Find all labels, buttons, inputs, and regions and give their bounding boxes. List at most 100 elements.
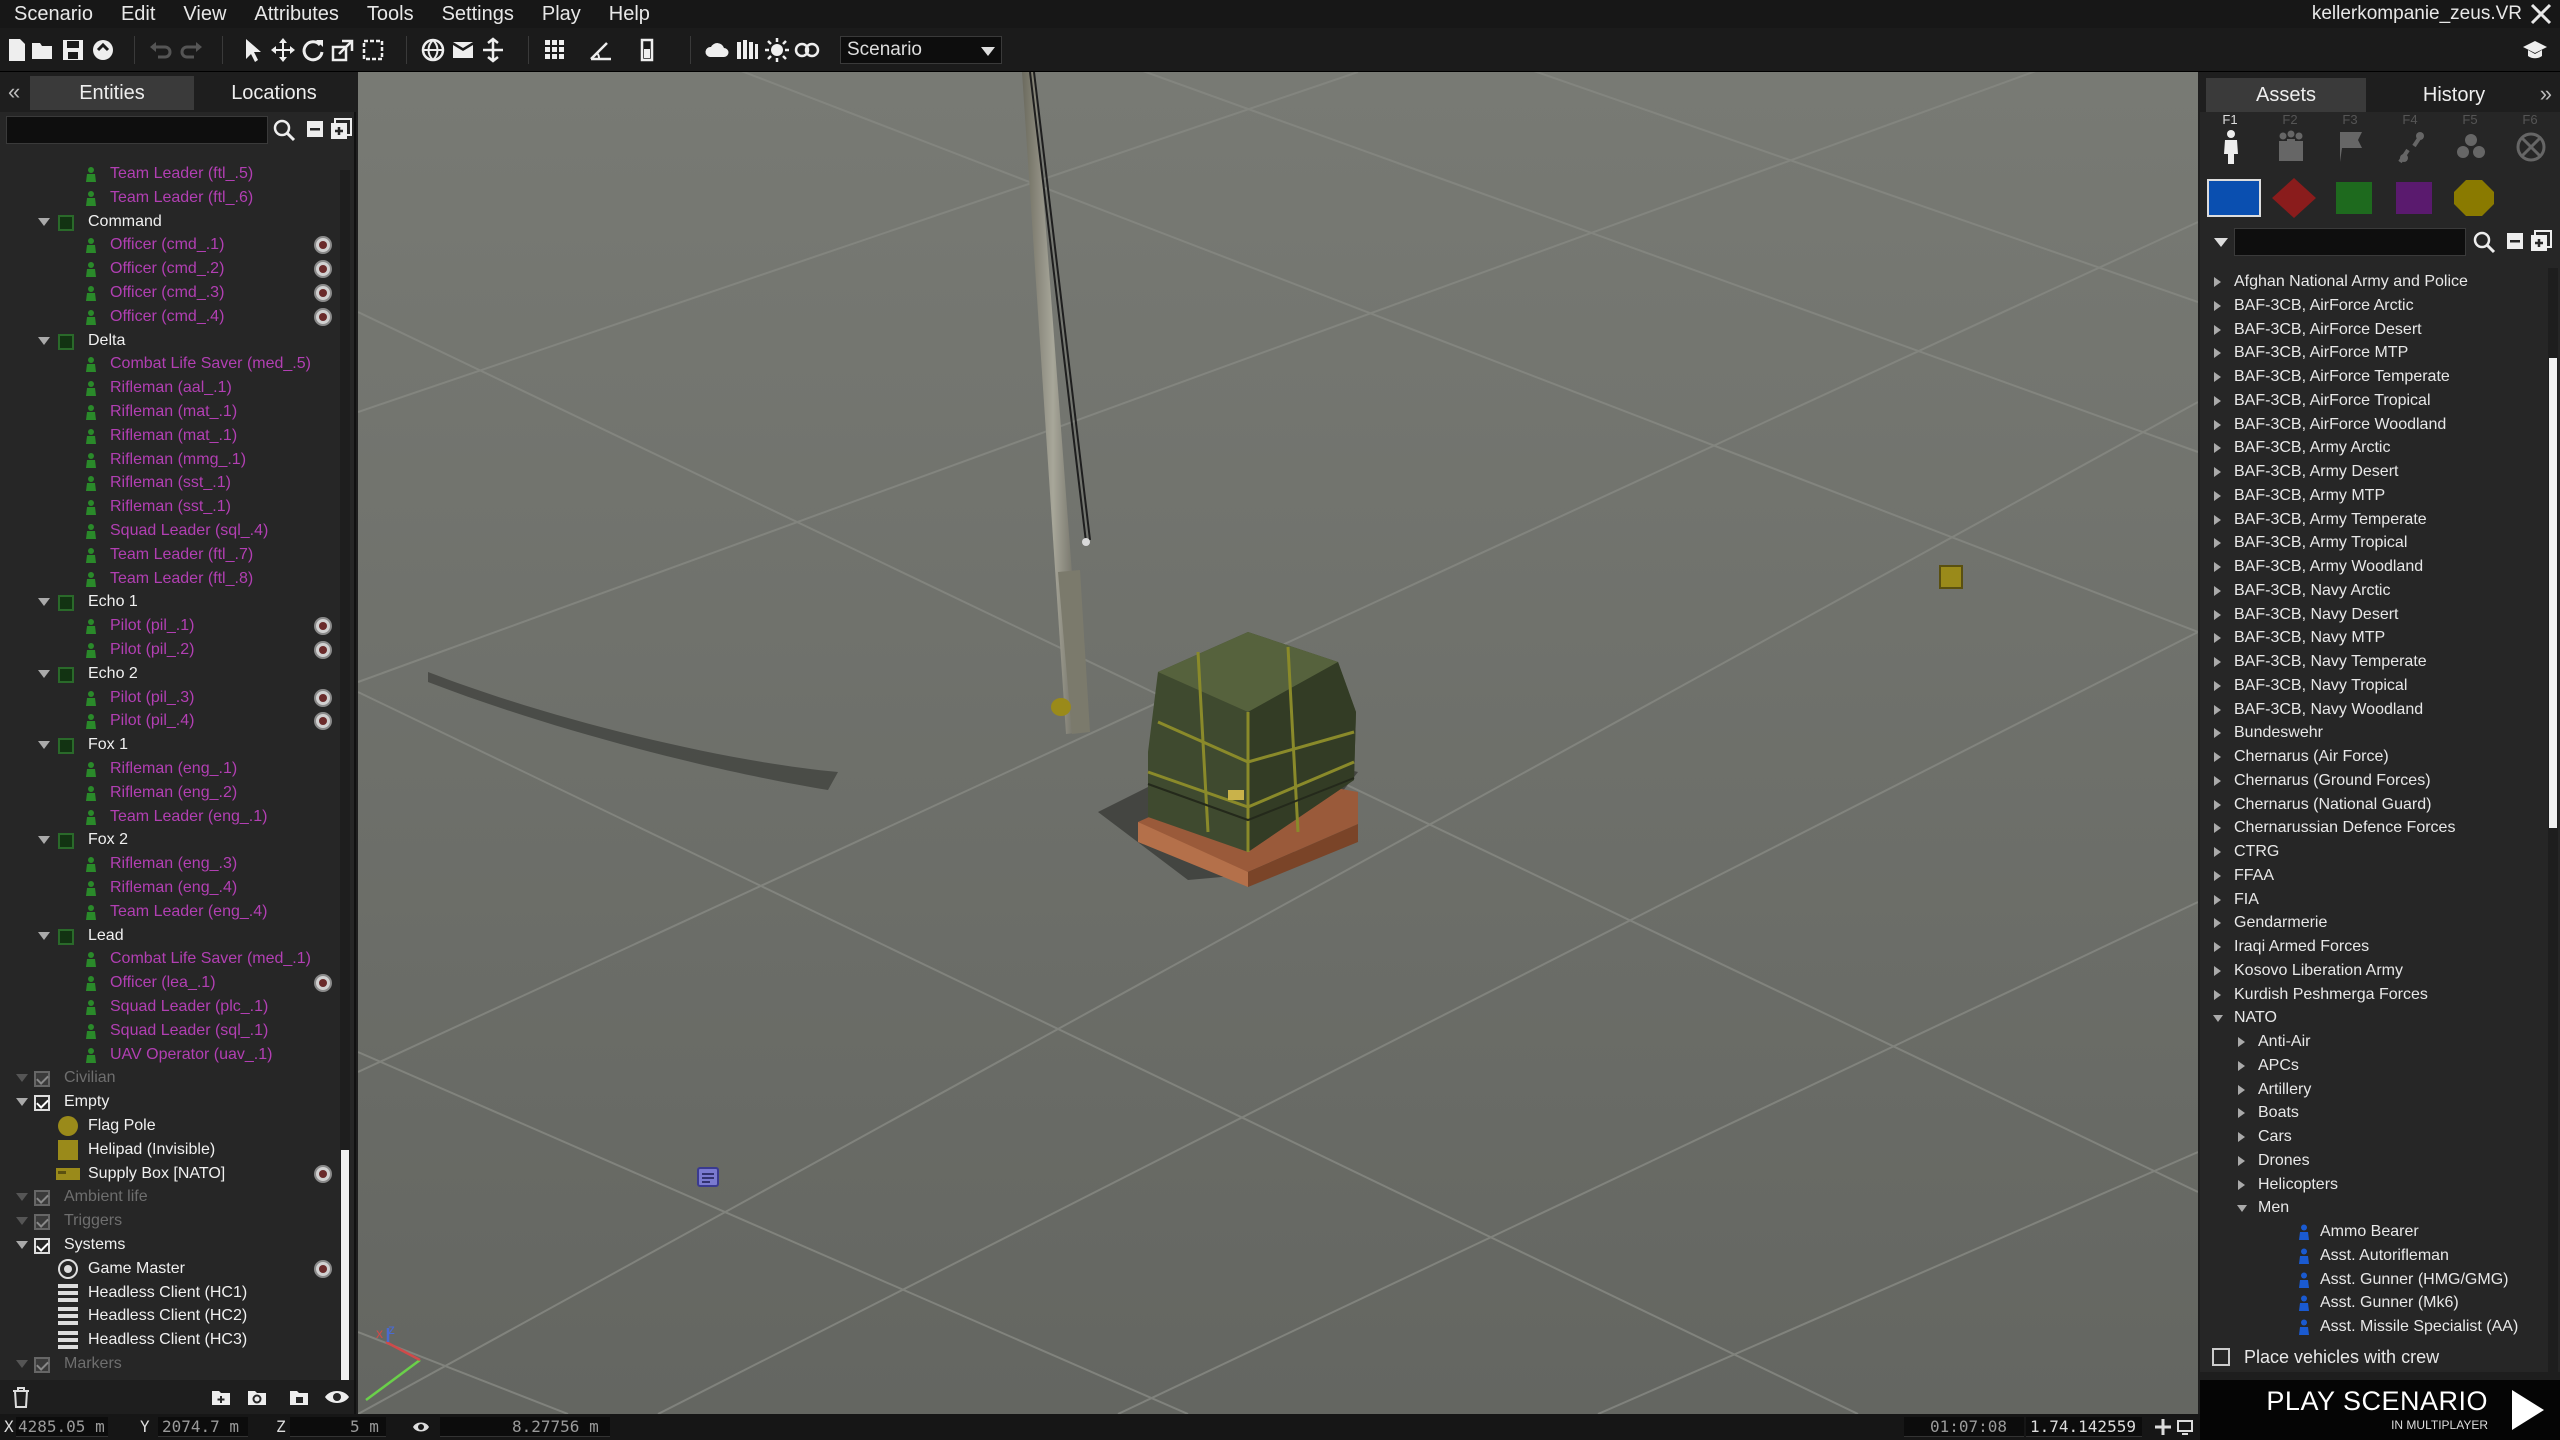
map-icon[interactable] bbox=[420, 37, 446, 63]
entity-group-row[interactable]: Fox 2 bbox=[0, 828, 340, 852]
chevron-down-icon[interactable] bbox=[38, 836, 50, 845]
entity-unit-row[interactable]: Rifleman (eng_.1) bbox=[0, 757, 340, 781]
tab-entities[interactable]: Entities bbox=[30, 76, 194, 110]
entities-scrollbar[interactable] bbox=[340, 170, 350, 1430]
place-vehicles-with-crew-checkbox[interactable]: Place vehicles with crew bbox=[2200, 1342, 2560, 1372]
chevron-down-icon[interactable] bbox=[38, 336, 50, 345]
menu-help[interactable]: Help bbox=[595, 0, 664, 28]
search-icon[interactable] bbox=[2470, 228, 2498, 256]
entity-unit-row[interactable]: Pilot (pil_.2) bbox=[0, 638, 340, 662]
select-icon[interactable] bbox=[240, 37, 266, 63]
search-icon[interactable] bbox=[270, 116, 298, 144]
entity-category-row[interactable]: Systems bbox=[0, 1233, 340, 1257]
menu-edit[interactable]: Edit bbox=[107, 0, 169, 28]
entity-unit-row[interactable]: Combat Life Saver (med_.5) bbox=[0, 352, 340, 376]
assets-search-input[interactable] bbox=[2234, 228, 2466, 256]
entity-category-row[interactable]: Ambient life bbox=[0, 1185, 340, 1209]
entity-category-row[interactable]: Empty bbox=[0, 1090, 340, 1114]
rotate-icon[interactable] bbox=[300, 37, 326, 63]
chevron-down-icon[interactable] bbox=[16, 1360, 28, 1368]
entity-object-row[interactable]: Helipad (Invisible) bbox=[0, 1138, 340, 1162]
entity-object-row[interactable]: Flag Pole bbox=[0, 1114, 340, 1138]
mode-markers[interactable]: F6 bbox=[2502, 112, 2558, 172]
checkbox-box[interactable] bbox=[2212, 1348, 2230, 1366]
lock-layer-icon[interactable] bbox=[288, 1386, 312, 1408]
close-icon[interactable] bbox=[2528, 1, 2554, 27]
entity-unit-row[interactable]: Rifleman (mmg_.1) bbox=[0, 448, 340, 472]
entities-search-input[interactable] bbox=[6, 116, 268, 144]
undo-icon[interactable] bbox=[148, 37, 174, 63]
chevron-down-icon[interactable] bbox=[38, 931, 50, 940]
entity-group-row[interactable]: Lead bbox=[0, 924, 340, 948]
entity-object-row[interactable]: Headless Client (HC1) bbox=[0, 1281, 340, 1305]
side-civilian-button[interactable] bbox=[2384, 176, 2444, 220]
chevron-down-icon[interactable] bbox=[16, 1217, 28, 1226]
mode-triggers[interactable]: F5 bbox=[2442, 112, 2498, 172]
chevron-down-icon[interactable] bbox=[16, 1074, 28, 1083]
menu-tools[interactable]: Tools bbox=[353, 0, 428, 28]
entity-unit-row[interactable]: Squad Leader (plc_.1) bbox=[0, 995, 340, 1019]
entity-object-row[interactable]: Headless Client (HC3) bbox=[0, 1328, 340, 1352]
menu-settings[interactable]: Settings bbox=[428, 0, 528, 28]
entity-unit-row[interactable]: Officer (cmd_.1) bbox=[0, 233, 340, 257]
tab-assets[interactable]: Assets bbox=[2206, 78, 2366, 112]
category-checkbox[interactable] bbox=[34, 1190, 50, 1207]
group-checkbox[interactable] bbox=[58, 214, 74, 231]
entity-unit-row[interactable]: Rifleman (mat_.1) bbox=[0, 400, 340, 424]
collapse-left-panel-button[interactable]: « bbox=[8, 78, 20, 106]
graduation-cap-icon[interactable] bbox=[2522, 37, 2548, 63]
chevron-down-icon[interactable] bbox=[38, 669, 50, 678]
entity-unit-row[interactable]: Team Leader (ftl_.5) bbox=[0, 162, 340, 186]
group-checkbox[interactable] bbox=[58, 738, 74, 755]
chevron-down-icon[interactable] bbox=[38, 217, 50, 226]
entity-unit-row[interactable]: Rifleman (sst_.1) bbox=[0, 471, 340, 495]
chevron-down-icon[interactable] bbox=[38, 741, 50, 750]
redo-icon[interactable] bbox=[178, 37, 204, 63]
entity-unit-row[interactable]: Team Leader (ftl_.8) bbox=[0, 567, 340, 591]
collapse-all-icon[interactable] bbox=[302, 116, 330, 144]
mode-modules[interactable]: F3 bbox=[2322, 112, 2378, 172]
entity-unit-row[interactable]: Rifleman (eng_.2) bbox=[0, 781, 340, 805]
entity-group-row[interactable]: Echo 1 bbox=[0, 590, 340, 614]
columns-icon[interactable] bbox=[734, 37, 760, 63]
chevron-down-icon[interactable] bbox=[16, 1241, 28, 1249]
entity-group-row[interactable]: Command bbox=[0, 210, 340, 234]
entity-unit-row[interactable]: Officer (cmd_.3) bbox=[0, 281, 340, 305]
entity-unit-row[interactable]: Rifleman (mat_.1) bbox=[0, 424, 340, 448]
entity-unit-row[interactable]: Team Leader (ftl_.6) bbox=[0, 186, 340, 210]
entity-unit-row[interactable]: Officer (lea_.1) bbox=[0, 971, 340, 995]
entity-category-row[interactable]: Triggers bbox=[0, 1209, 340, 1233]
assets-scrollbar[interactable] bbox=[2548, 268, 2558, 1408]
side-empty-button[interactable] bbox=[2444, 176, 2504, 220]
category-checkbox[interactable] bbox=[34, 1357, 50, 1373]
new-file-icon[interactable] bbox=[4, 37, 30, 63]
eye-icon[interactable] bbox=[324, 1386, 350, 1408]
vertical-mode-icon[interactable] bbox=[480, 37, 506, 63]
group-checkbox[interactable] bbox=[58, 666, 74, 683]
entity-unit-row[interactable]: Rifleman (sst_.1) bbox=[0, 495, 340, 519]
entity-group-row[interactable]: Delta bbox=[0, 329, 340, 353]
chevron-down-icon[interactable] bbox=[16, 1098, 28, 1107]
entity-unit-row[interactable]: Rifleman (eng_.3) bbox=[0, 852, 340, 876]
entity-unit-row[interactable]: Rifleman (aal_.1) bbox=[0, 376, 340, 400]
translate-icon[interactable] bbox=[270, 37, 296, 63]
entity-object-row[interactable]: Headless Client (HC2) bbox=[0, 1304, 340, 1328]
entity-unit-row[interactable]: Pilot (pil_.3) bbox=[0, 686, 340, 710]
chevron-down-icon[interactable] bbox=[38, 598, 50, 607]
tab-locations[interactable]: Locations bbox=[196, 76, 352, 110]
entity-unit-row[interactable]: Pilot (pil_.4) bbox=[0, 709, 340, 733]
mode-waypoints[interactable]: F4 bbox=[2382, 112, 2438, 172]
expand-all-icon[interactable] bbox=[2528, 228, 2556, 256]
publish-icon[interactable] bbox=[90, 37, 116, 63]
mail-icon[interactable] bbox=[450, 37, 476, 63]
sun-icon[interactable] bbox=[764, 37, 790, 63]
category-checkbox[interactable] bbox=[34, 1071, 50, 1088]
move-icon[interactable] bbox=[2154, 1418, 2172, 1436]
expand-right-panel-button[interactable]: » bbox=[2540, 80, 2552, 108]
vertical-snap-icon[interactable] bbox=[634, 37, 660, 63]
group-checkbox[interactable] bbox=[58, 595, 74, 612]
category-checkbox[interactable] bbox=[34, 1095, 50, 1112]
entity-category-row[interactable]: Markers bbox=[0, 1352, 340, 1376]
3d-viewport[interactable]: x z bbox=[358, 72, 2198, 1414]
entity-category-row[interactable]: Civilian bbox=[0, 1066, 340, 1090]
